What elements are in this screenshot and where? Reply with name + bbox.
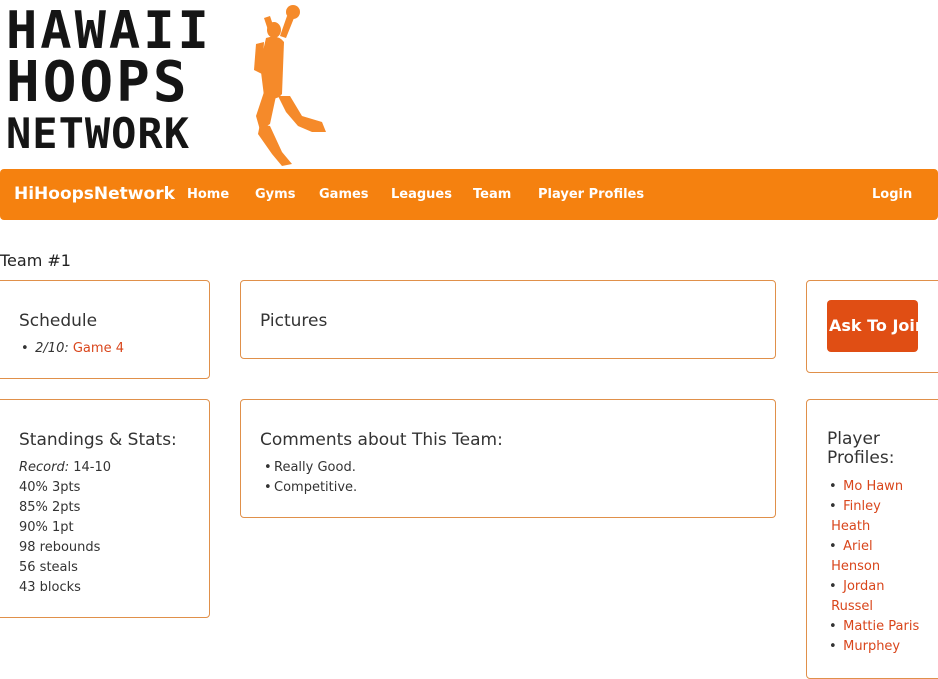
comment-item: Competitive. — [262, 478, 357, 498]
player-link[interactable]: Henson — [831, 559, 880, 574]
player-link[interactable]: Mattie Paris — [843, 619, 919, 634]
nav-home[interactable]: Home — [187, 187, 229, 202]
player-list: Mo Hawn Finley Heath Ariel Henson Jordan… — [827, 477, 919, 657]
basketball-player-icon — [254, 5, 326, 166]
standings-stats: Record: 14-10 40% 3pts 85% 2pts 90% 1pt … — [19, 458, 111, 598]
player-link[interactable]: Ariel — [843, 539, 872, 554]
player-profiles-heading-line1: Player — [827, 429, 880, 449]
nav-login[interactable]: Login — [872, 187, 912, 202]
schedule-item-date: 2/10: — [35, 341, 69, 356]
player-item-continued: Heath — [827, 517, 919, 537]
schedule-heading: Schedule — [19, 311, 98, 331]
stat-line: 40% 3pts — [19, 480, 81, 495]
nav-player-profiles[interactable]: Player Profiles — [538, 187, 644, 202]
site-logo[interactable]: HAWAII HOOPS NETWORK — [6, 4, 326, 166]
logo-line-hoops: HOOPS — [6, 50, 190, 115]
stat-line: 98 rebounds — [19, 540, 101, 555]
player-item-continued: Henson — [827, 557, 919, 577]
player-item: Jordan — [827, 577, 919, 597]
player-link[interactable]: Mo Hawn — [843, 479, 903, 494]
player-link[interactable]: Jordan — [843, 579, 884, 594]
record-value: 14-10 — [73, 460, 112, 475]
schedule-game-link[interactable]: Game 4 — [73, 341, 124, 356]
pictures-heading: Pictures — [260, 311, 328, 331]
comments-panel: Comments about This Team: Really Good. C… — [240, 399, 776, 518]
nav-games[interactable]: Games — [319, 187, 369, 202]
ask-to-join-button[interactable]: Ask To Join — [827, 300, 918, 352]
main-navbar: HiHoopsNetwork Home Gyms Games Leagues T… — [0, 169, 938, 220]
nav-team[interactable]: Team — [473, 187, 511, 202]
stat-line: 56 steals — [19, 560, 78, 575]
navbar-brand-link[interactable]: HiHoopsNetwork — [14, 184, 175, 204]
player-item: Mo Hawn — [827, 477, 919, 497]
logo-wordmark: HAWAII HOOPS NETWORK — [6, 5, 212, 159]
player-item: Murphey — [827, 637, 919, 657]
team-title: Team #1 — [0, 251, 71, 270]
standings-heading: Standings & Stats: — [19, 430, 177, 450]
nav-gyms[interactable]: Gyms — [255, 187, 295, 202]
player-link[interactable]: Finley — [843, 499, 881, 514]
comments-heading: Comments about This Team: — [260, 430, 503, 450]
comment-item: Really Good. — [262, 458, 357, 478]
stat-line: 90% 1pt — [19, 520, 74, 535]
record-label: Record: — [19, 460, 70, 475]
standings-record: Record: 14-10 — [19, 458, 111, 478]
player-item: Mattie Paris — [827, 617, 919, 637]
player-profiles-heading-line2: Profiles: — [827, 448, 895, 468]
standings-panel: Standings & Stats: Record: 14-10 40% 3pt… — [0, 399, 210, 618]
schedule-item: 2/10: Game 4 — [19, 339, 124, 359]
player-item: Finley — [827, 497, 919, 517]
comments-list: Really Good. Competitive. — [262, 458, 357, 498]
player-item-continued: Russel — [827, 597, 919, 617]
nav-leagues[interactable]: Leagues — [391, 187, 452, 202]
player-item: Ariel — [827, 537, 919, 557]
stat-line: 85% 2pts — [19, 500, 81, 515]
player-link[interactable]: Heath — [831, 519, 870, 534]
player-profiles-panel: Player Profiles: Mo Hawn Finley Heath Ar… — [806, 399, 938, 679]
join-panel: Ask To Join — [806, 280, 938, 373]
logo-line-network: NETWORK — [6, 109, 191, 158]
player-link[interactable]: Murphey — [843, 639, 900, 654]
pictures-panel: Pictures — [240, 280, 776, 359]
schedule-list: 2/10: Game 4 — [19, 339, 124, 359]
player-link[interactable]: Russel — [831, 599, 873, 614]
player-profiles-heading: Player Profiles: — [827, 430, 894, 468]
stat-line: 43 blocks — [19, 580, 81, 595]
schedule-panel: Schedule 2/10: Game 4 — [0, 280, 210, 379]
